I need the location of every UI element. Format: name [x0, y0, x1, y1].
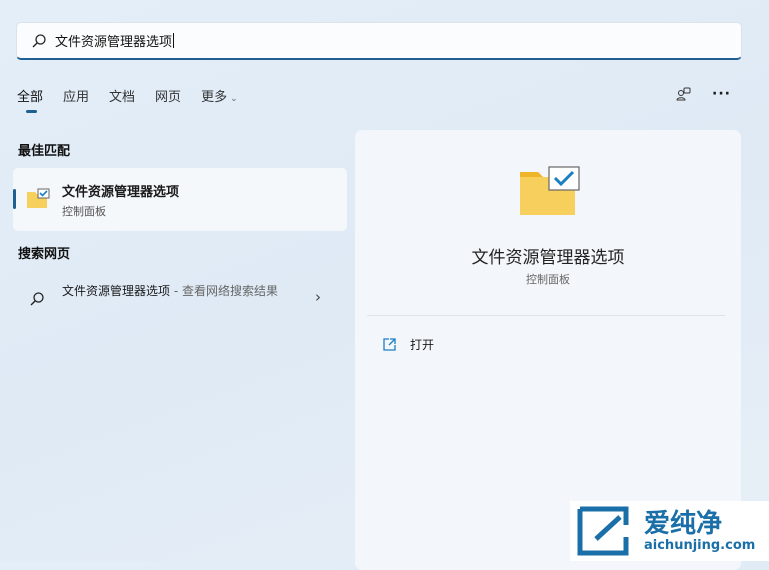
detail-title: 文件资源管理器选项 [471, 248, 625, 268]
search-box[interactable]: 文件资源管理器选项 [16, 22, 742, 60]
best-match-item[interactable]: 文件资源管理器选项 控制面板 [13, 168, 347, 231]
folder-options-large-icon [520, 166, 580, 215]
tab-more-label: 更多 [201, 90, 228, 105]
web-search-heading: 搜索网页 [18, 247, 71, 262]
selection-indicator [13, 189, 16, 209]
best-match-subtitle: 控制面板 [62, 205, 106, 218]
tab-web[interactable]: 网页 [155, 86, 181, 105]
watermark-logo: 爱纯净 aichunjing.com [570, 501, 769, 561]
more-options-icon[interactable]: ··· [712, 86, 731, 102]
tab-all[interactable]: 全部 [17, 86, 43, 113]
tab-apps[interactable]: 应用 [63, 86, 89, 105]
tab-more[interactable]: 更多 ⌄ [201, 86, 238, 105]
web-search-title: 文件资源管理器选项 [62, 284, 171, 298]
divider [367, 315, 725, 316]
filter-tabs: 全部 应用 文档 网页 更多 ⌄ [17, 86, 258, 113]
chevron-down-icon: ⌄ [230, 94, 238, 104]
watermark-url: aichunjing.com [644, 537, 756, 553]
open-external-icon [383, 338, 396, 351]
account-switch-icon[interactable] [676, 86, 692, 102]
search-input[interactable]: 文件资源管理器选项 [55, 31, 172, 50]
tab-documents[interactable]: 文档 [109, 86, 135, 105]
best-match-heading: 最佳匹配 [18, 144, 71, 159]
text-caret [173, 33, 175, 48]
detail-subtitle: 控制面板 [526, 273, 570, 286]
folder-options-icon [27, 188, 50, 208]
open-label: 打开 [410, 338, 435, 352]
search-icon [32, 33, 46, 47]
watermark-name: 爱纯净 [644, 508, 723, 539]
watermark-logo-icon [577, 506, 629, 556]
web-search-suffix: - 查看网络搜索结果 [170, 284, 278, 298]
open-action[interactable]: 打开 [383, 336, 434, 353]
chevron-right-icon[interactable]: › [315, 288, 321, 306]
search-icon [30, 292, 44, 306]
best-match-title: 文件资源管理器选项 [62, 185, 180, 200]
